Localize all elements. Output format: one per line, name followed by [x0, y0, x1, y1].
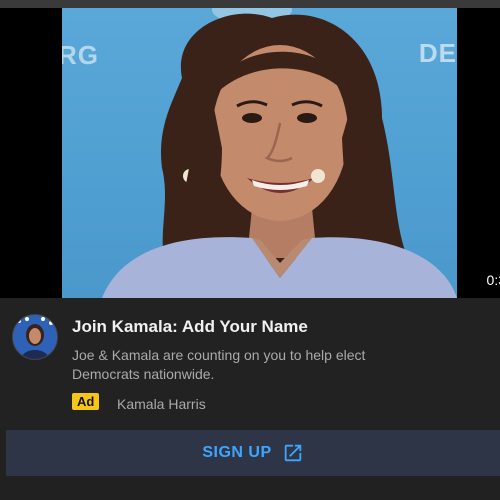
- advertiser-avatar[interactable]: [12, 314, 58, 360]
- ad-description: Joe & Kamala are counting on you to help…: [72, 347, 366, 382]
- sign-up-label: SIGN UP: [202, 444, 272, 461]
- open-in-new-icon: [284, 444, 301, 462]
- avatar-image: [13, 315, 57, 359]
- top-bar: [0, 0, 500, 8]
- speaker-figure: [102, 13, 457, 298]
- video-frame[interactable]: RG DE: [62, 8, 457, 298]
- sign-up-button[interactable]: SIGN UP: [6, 430, 500, 476]
- video-player[interactable]: RG DE 0:: [0, 8, 500, 298]
- advertiser-name[interactable]: Kamala Harris: [117, 396, 206, 412]
- video-timestamp: 0:3: [486, 272, 500, 288]
- ad-badge: Ad: [72, 393, 100, 410]
- ad-title[interactable]: Join Kamala: Add Your Name: [72, 317, 308, 337]
